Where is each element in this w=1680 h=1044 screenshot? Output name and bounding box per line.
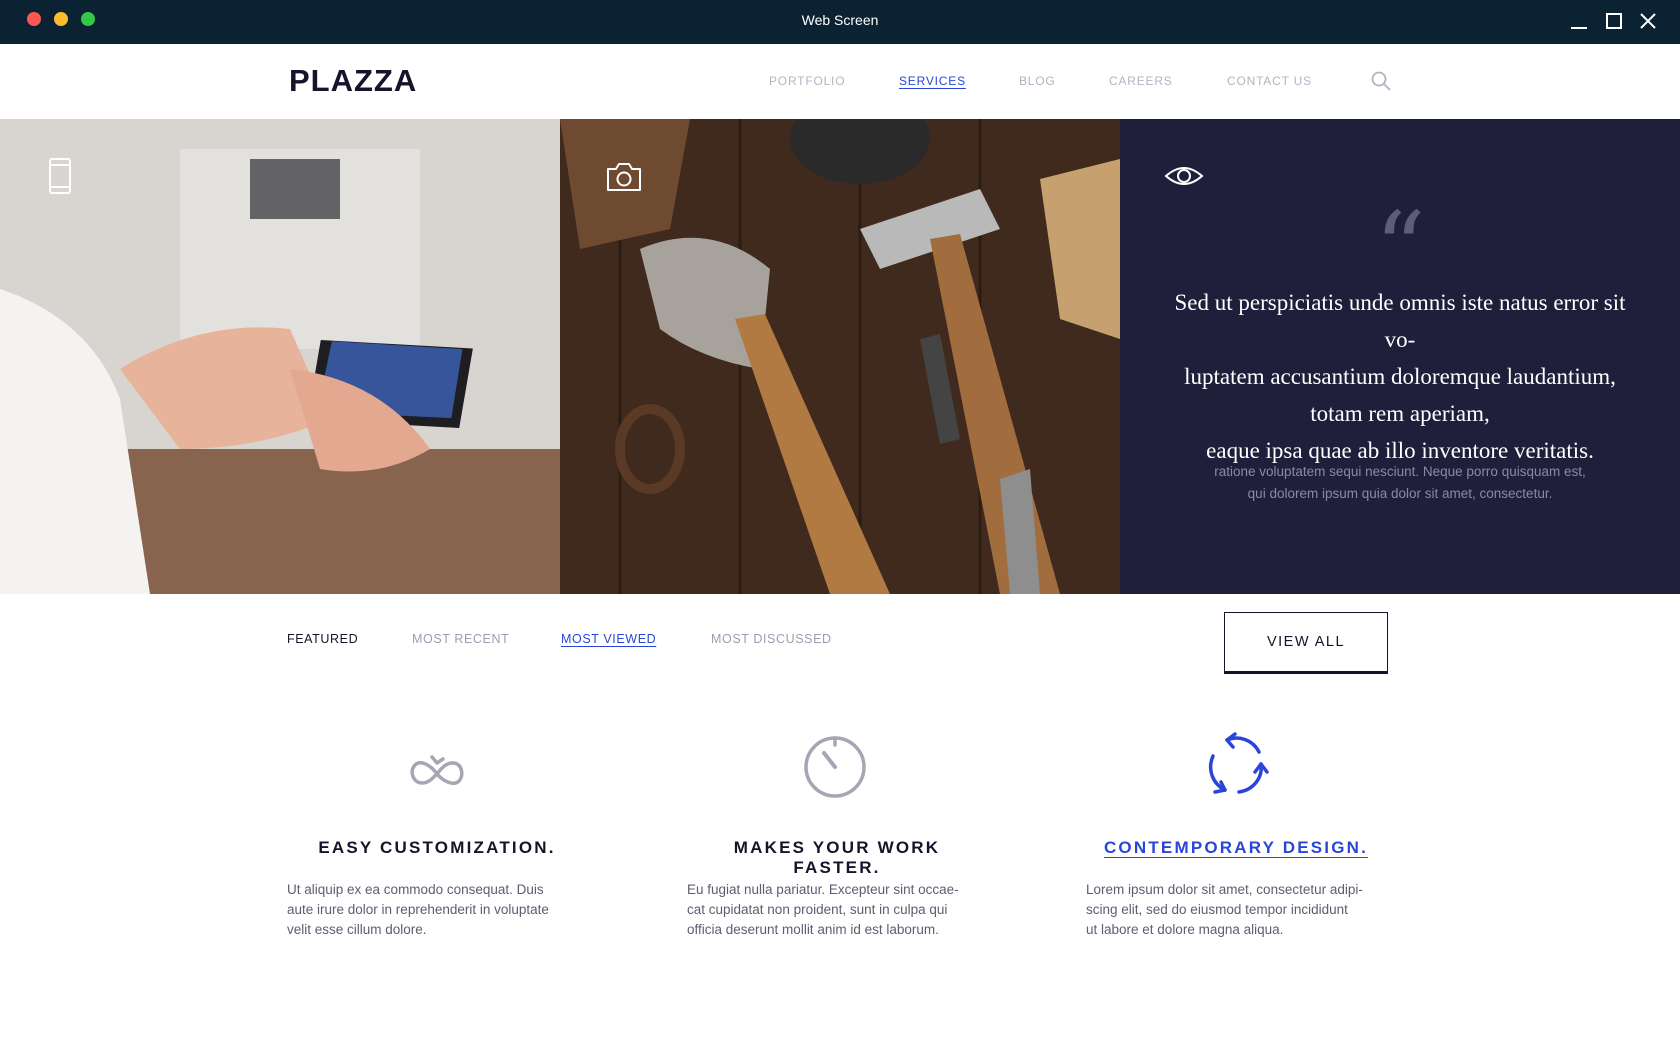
quote-line: Sed ut perspiciatis unde omnis iste natu… [1174, 290, 1626, 352]
phone-icon [49, 158, 71, 194]
nav-services[interactable]: SERVICES [899, 74, 966, 88]
search-icon[interactable] [1370, 70, 1392, 92]
infinity-icon [410, 755, 464, 785]
hero-section: “ Sed ut perspiciatis unde omnis iste na… [0, 119, 1680, 594]
feature-desc-line: officia deserunt mollit anim id est labo… [687, 922, 939, 937]
quote-line: totam rem aperiam, [1310, 401, 1490, 426]
feature-desc-line: aute irure dolor in reprehenderit in vol… [287, 902, 549, 917]
feature-description: Eu fugiat nulla pariatur. Excepteur sint… [687, 880, 987, 940]
quote-sub-line: qui dolorem ipsum quia dolor sit amet, c… [1247, 486, 1553, 501]
maximize-icon[interactable] [1603, 10, 1625, 32]
hero-quote-panel: “ Sed ut perspiciatis unde omnis iste na… [1120, 119, 1680, 594]
feature-desc-line: Lorem ipsum dolor sit amet, consectetur … [1086, 882, 1363, 897]
quote-line: luptatem accusantium doloremque laudanti… [1184, 364, 1616, 389]
feature-desc-line: Ut aliquip ex ea commodo consequat. Duis [287, 882, 544, 897]
feature-title[interactable]: MAKES YOUR WORK FASTER. [687, 838, 987, 878]
hero-photo-phone[interactable] [0, 119, 560, 594]
quote-subtext: ratione voluptatem sequi nesciunt. Neque… [1160, 461, 1640, 505]
timer-icon [804, 736, 866, 798]
feature-desc-line: scing elit, sed do eiusmod tempor incidi… [1086, 902, 1348, 917]
tab-most-viewed[interactable]: MOST VIEWED [561, 632, 656, 646]
nav-blog[interactable]: BLOG [1019, 74, 1056, 88]
feature-title[interactable]: EASY CUSTOMIZATION. [287, 838, 587, 858]
close-icon[interactable] [1637, 10, 1659, 32]
feature-desc-line: cat cupidatat non proident, sunt in culp… [687, 902, 948, 917]
feature-description: Lorem ipsum dolor sit amet, consectetur … [1086, 880, 1386, 940]
feature-desc-line: ut labore et dolore magna aliqua. [1086, 922, 1284, 937]
feature-description: Ut aliquip ex ea commodo consequat. Duis… [287, 880, 587, 940]
eye-icon [1164, 167, 1204, 185]
hero-photo-tools[interactable] [560, 119, 1120, 594]
minimize-icon[interactable] [1568, 10, 1590, 32]
site-header: PLAZZA PORTFOLIO SERVICES BLOG CAREERS C… [0, 44, 1680, 119]
quote-text: Sed ut perspiciatis unde omnis iste natu… [1160, 284, 1640, 469]
quote-sub-line: ratione voluptatem sequi nesciunt. Neque… [1214, 464, 1586, 479]
phone-photo-illustration [0, 119, 560, 594]
nav-careers[interactable]: CAREERS [1109, 74, 1173, 88]
feature-desc-line: Eu fugiat nulla pariatur. Excepteur sint… [687, 882, 959, 897]
nav-portfolio[interactable]: PORTFOLIO [769, 74, 845, 88]
tab-featured[interactable]: FEATURED [287, 632, 358, 646]
filter-bar: FEATURED MOST RECENT MOST VIEWED MOST DI… [0, 594, 1680, 684]
refresh-icon [1208, 732, 1269, 794]
feature-title[interactable]: CONTEMPORARY DESIGN. [1086, 838, 1386, 858]
feature-desc-line: velit esse cillum dolore. [287, 922, 427, 937]
site-logo[interactable]: PLAZZA [289, 63, 417, 99]
nav-contact-us[interactable]: CONTACT US [1227, 74, 1312, 88]
camera-icon [607, 163, 641, 191]
tab-most-recent[interactable]: MOST RECENT [412, 632, 509, 646]
view-all-button[interactable]: VIEW ALL [1224, 612, 1388, 674]
tools-photo-illustration [560, 119, 1120, 594]
tab-most-discussed[interactable]: MOST DISCUSSED [711, 632, 832, 646]
window-titlebar: Web Screen [0, 0, 1680, 44]
window-title: Web Screen [801, 12, 879, 28]
